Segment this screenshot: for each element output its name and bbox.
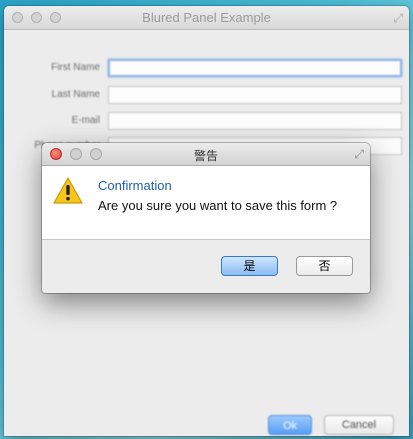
dialog-title: 警告 xyxy=(193,149,218,163)
window-titlebar[interactable]: Blured Panel Example ⤢ xyxy=(4,6,409,30)
last-name-label: Last Name xyxy=(51,89,100,100)
dialog-titlebar[interactable]: 警告 ⤢ xyxy=(42,143,370,166)
first-name-label: First Name xyxy=(51,62,100,73)
no-button[interactable]: 否 xyxy=(296,256,353,276)
email-input[interactable] xyxy=(108,112,402,130)
cancel-button[interactable]: Cancel xyxy=(324,415,394,435)
last-name-input[interactable] xyxy=(108,86,402,104)
fullscreen-icon[interactable]: ⤢ xyxy=(354,147,364,162)
window-title: Blured Panel Example xyxy=(142,10,271,25)
email-label: E-mail xyxy=(71,115,100,126)
dialog-message: Are you sure you want to save this form … xyxy=(98,198,338,213)
yes-button[interactable]: 是 xyxy=(221,256,278,276)
confirm-dialog: 警告 ⤢ Confirmation Are you sure you want … xyxy=(42,143,370,293)
dialog-heading: Confirmation xyxy=(98,178,172,193)
first-name-input[interactable] xyxy=(108,59,402,77)
fullscreen-icon[interactable]: ⤢ xyxy=(393,11,403,26)
dialog-body: Confirmation Are you sure you want to sa… xyxy=(42,166,370,240)
ok-button[interactable]: Ok xyxy=(268,415,312,435)
warning-icon xyxy=(53,177,83,204)
